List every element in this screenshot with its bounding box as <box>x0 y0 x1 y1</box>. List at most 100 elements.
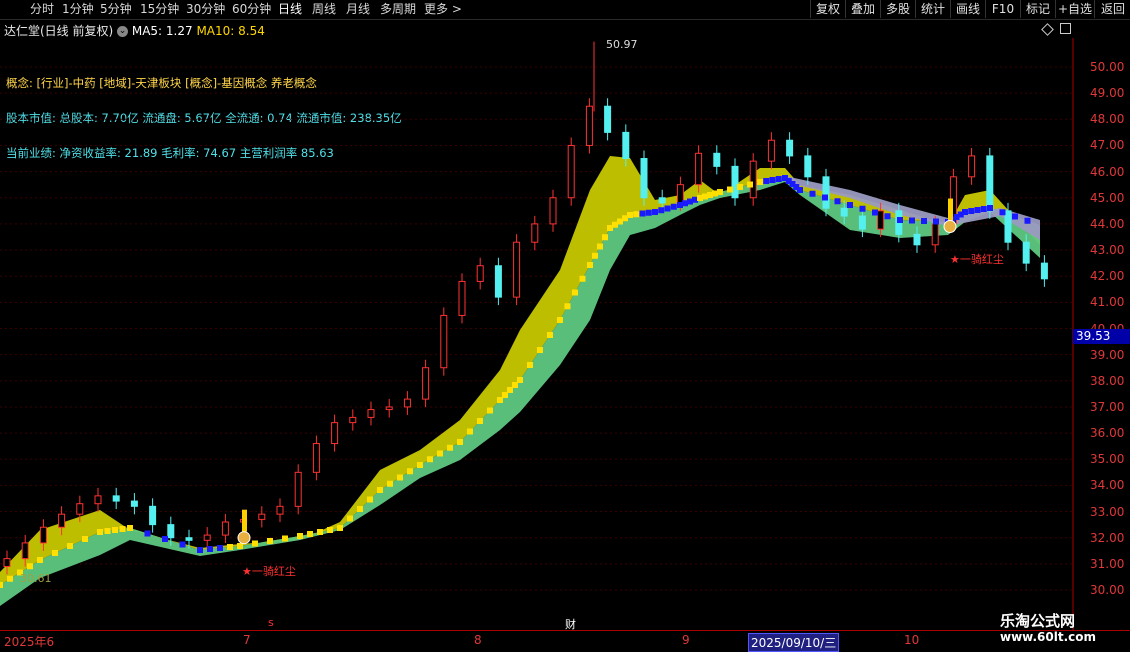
ma-settings-icon[interactable]: ⌄ <box>117 26 129 37</box>
candle-body[interactable] <box>185 537 193 541</box>
candle-body[interactable] <box>840 207 848 217</box>
candle-body[interactable] <box>422 367 430 400</box>
candle-body[interactable] <box>276 505 284 515</box>
candle-body[interactable] <box>786 139 794 157</box>
candle-body[interactable] <box>622 131 630 160</box>
candle-body[interactable] <box>1004 210 1012 243</box>
candle-body[interactable] <box>1040 262 1048 280</box>
ma-trail-dot <box>104 528 111 534</box>
candle-body[interactable] <box>440 314 448 369</box>
more-periods-button[interactable]: 更多 > <box>424 1 462 17</box>
candle-body[interactable] <box>294 471 302 507</box>
candle-body[interactable] <box>367 409 375 418</box>
candle-body[interactable] <box>585 105 593 146</box>
restore-rights-button[interactable]: 复权 <box>810 0 845 18</box>
add-favorite-button[interactable]: +自选 <box>1055 0 1094 18</box>
ma-trail-dot <box>197 547 203 553</box>
candle-body[interactable] <box>877 210 885 230</box>
ma-trail-dot <box>872 209 878 216</box>
candle-body[interactable] <box>1022 241 1030 264</box>
candle-body[interactable] <box>931 223 939 246</box>
candle-body[interactable] <box>531 223 539 243</box>
candle-body[interactable] <box>986 155 994 212</box>
period-tab-daily[interactable]: 日线 <box>278 1 302 17</box>
candle-body[interactable] <box>676 184 684 204</box>
period-tab-monthly[interactable]: 月线 <box>346 1 370 17</box>
draw-line-button[interactable]: 画线 <box>950 0 985 18</box>
candle-body[interactable] <box>221 521 229 536</box>
candle-body[interactable] <box>913 233 921 246</box>
candle-body[interactable] <box>822 176 830 209</box>
candle-body[interactable] <box>403 398 411 408</box>
candle-body[interactable] <box>804 155 812 178</box>
candle-body[interactable] <box>458 280 466 316</box>
candle-body[interactable] <box>76 503 84 515</box>
candle-body[interactable] <box>713 152 721 167</box>
candle-body[interactable] <box>494 265 502 298</box>
candle-body[interactable] <box>385 406 393 411</box>
money-bag-icon[interactable] <box>943 220 957 234</box>
candle-body[interactable] <box>658 197 666 204</box>
period-tab-1min[interactable]: 1分钟 <box>62 1 94 17</box>
candle-body[interactable] <box>331 422 339 445</box>
ma-trail-dot <box>447 444 453 451</box>
candle-body[interactable] <box>767 139 775 162</box>
candle-body[interactable] <box>731 165 739 199</box>
ma-trail-dot <box>968 208 975 214</box>
mark-button[interactable]: 标记 <box>1020 0 1055 18</box>
period-tab-weekly[interactable]: 周线 <box>312 1 336 17</box>
ma-trail-dot <box>119 526 126 532</box>
panel-toggle-icon[interactable] <box>1060 23 1071 34</box>
candle-body[interactable] <box>258 513 266 520</box>
period-tab-30min[interactable]: 30分钟 <box>186 1 225 17</box>
f10-button[interactable]: F10 <box>985 0 1020 18</box>
overlay-button[interactable]: 叠加 <box>845 0 880 18</box>
candle-body[interactable] <box>112 495 120 502</box>
candle-body[interactable] <box>549 197 557 225</box>
ma-trail-dot <box>809 190 816 197</box>
candle-body[interactable] <box>349 416 357 424</box>
candle-body[interactable] <box>604 105 612 133</box>
period-tab-multi[interactable]: 多周期 <box>380 1 416 17</box>
candle-body[interactable] <box>640 158 648 199</box>
candle-body[interactable] <box>130 500 138 507</box>
candle-body[interactable] <box>149 505 157 526</box>
candle-body[interactable] <box>858 215 866 230</box>
price-tick-label: 47.00 <box>1090 138 1125 153</box>
ma-trail-dot <box>162 536 168 542</box>
multi-stock-button[interactable]: 多股 <box>880 0 915 18</box>
candle-body[interactable] <box>3 558 11 567</box>
candle-body[interactable] <box>476 265 484 282</box>
ma-trail-dot <box>417 462 423 468</box>
ma-trail-dot <box>737 184 743 190</box>
candle-body[interactable] <box>94 495 102 505</box>
candle-body[interactable] <box>513 241 521 298</box>
diamond-icon[interactable] <box>1041 23 1054 36</box>
ma-trail-dot <box>1024 217 1031 224</box>
period-tab-60min[interactable]: 60分钟 <box>232 1 271 17</box>
candle-body[interactable] <box>21 542 29 560</box>
price-tick-label: 41.00 <box>1090 295 1125 310</box>
period-tab-5min[interactable]: 5分钟 <box>100 1 132 17</box>
period-tab-fenshi[interactable]: 分时 <box>30 1 54 17</box>
statistics-button[interactable]: 统计 <box>915 0 950 18</box>
candle-body[interactable] <box>968 155 976 178</box>
back-button[interactable]: 返回 <box>1094 0 1130 18</box>
candle-body[interactable] <box>58 513 66 528</box>
price-tick-label: 35.00 <box>1090 452 1125 467</box>
xaxis-label-aug: 8 <box>474 633 482 647</box>
kline-chart[interactable] <box>0 38 1130 630</box>
financial-report-marker[interactable]: 财 <box>565 616 576 632</box>
candle-body[interactable] <box>39 526 47 544</box>
money-bag-icon[interactable] <box>237 531 251 545</box>
candle-body[interactable] <box>167 524 175 539</box>
period-tab-15min[interactable]: 15分钟 <box>140 1 179 17</box>
candle-body[interactable] <box>749 160 757 199</box>
event-marker-s[interactable]: s <box>268 616 274 629</box>
candle-body[interactable] <box>203 534 211 541</box>
candle-body[interactable] <box>695 152 703 186</box>
candle-body[interactable] <box>567 144 575 199</box>
chart-header: 达仁堂(日线 前复权) ⌄ MA5: 1.27 MA10: 8.54 <box>4 22 265 39</box>
ma-trail-dot <box>592 252 598 259</box>
candle-body[interactable] <box>312 443 320 473</box>
